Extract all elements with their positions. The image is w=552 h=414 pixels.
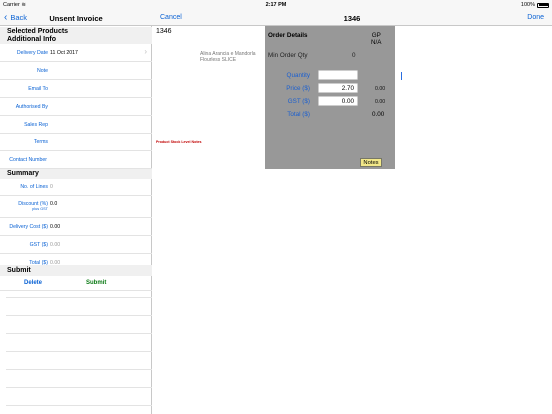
submit-header: Submit — [0, 265, 152, 276]
quantity-label: Quantity — [286, 72, 310, 79]
row-contact-number[interactable]: Contact Number — [0, 151, 152, 169]
delivery-date-label: Delivery Date — [16, 50, 48, 56]
left-navigation-bar: ‹ Back Unsent Invoice — [0, 10, 152, 26]
contact-number-label: Contact Number — [9, 157, 47, 163]
additional-info-header: Additional Info — [0, 35, 152, 44]
no-of-lines-value: 0 — [50, 184, 53, 190]
discount-value: 0.0 — [50, 201, 58, 207]
row-no-of-lines: No. of Lines 0 — [0, 178, 152, 196]
note-label: Note — [37, 68, 48, 74]
min-order-qty-label: Min Order Qty — [268, 52, 308, 59]
row-delivery-date[interactable]: Delivery Date 11 Oct 2017 › — [0, 44, 152, 62]
row-submit-actions: Delete Submit — [0, 276, 152, 291]
delivery-cost-label: Delivery Cost ($) — [9, 224, 48, 230]
row-sales-rep[interactable]: Sales Rep — [0, 116, 152, 134]
gst-input[interactable]: 0.00 — [318, 96, 358, 106]
gst-extra-value: 0.00 — [375, 99, 386, 105]
delete-button[interactable]: Delete — [24, 280, 42, 286]
divider — [6, 405, 152, 406]
row-delivery-cost[interactable]: Delivery Cost ($) 0.00 — [0, 218, 152, 236]
battery-percent: 100% — [520, 2, 535, 8]
delivery-date-value: 11 Oct 2017 — [50, 50, 78, 56]
gst-value: 0.00 — [50, 242, 61, 248]
row-note[interactable]: Note — [0, 62, 152, 80]
order-total-label: Total ($) — [287, 111, 310, 118]
row-terms[interactable]: Terms — [0, 133, 152, 151]
submit-button[interactable]: Submit — [86, 280, 106, 286]
row-discount[interactable]: Discount (%) plus GST 0.0 — [0, 196, 152, 218]
order-total-value: 0.00 — [372, 111, 385, 118]
product-description: Alina Arancia e Mandorla Flourless SLICE — [200, 51, 256, 63]
divider — [6, 297, 152, 298]
notes-button[interactable]: Notes — [360, 158, 382, 167]
row-authorised-by[interactable]: Authorised By — [0, 98, 152, 116]
right-navigation-bar: Cancel 1346 Done — [152, 10, 552, 26]
status-bar: Carrier ≋ 2:17 PM 100% — [0, 0, 552, 10]
price-label: Price ($) — [286, 85, 310, 92]
gst-input-label: GST ($) — [287, 98, 310, 105]
quantity-input[interactable] — [318, 70, 402, 80]
product-detail-pane: Cancel 1346 Done 1346 Alina Arancia e Ma… — [152, 10, 552, 414]
gp-label: GP — [371, 32, 381, 39]
divider — [6, 315, 152, 316]
right-nav-title: 1346 — [343, 14, 361, 23]
price-extra-value: 0.00 — [375, 86, 386, 92]
delivery-cost-value: 0.00 — [50, 224, 61, 230]
order-details-title: Order Details — [268, 32, 308, 39]
divider — [6, 351, 152, 352]
email-to-label: Email To — [28, 86, 48, 92]
battery-icon — [537, 2, 549, 8]
gp-value: N/A — [371, 39, 382, 46]
price-input[interactable]: 2.70 — [318, 83, 358, 93]
row-gst: GST ($) 0.00 — [0, 236, 152, 254]
product-code: 1346 — [156, 28, 172, 35]
text-cursor — [401, 72, 402, 80]
sales-rep-label: Sales Rep — [24, 122, 48, 128]
battery-indicator: 100% — [521, 2, 549, 8]
status-time: 2:17 PM — [265, 2, 287, 8]
divider — [6, 333, 152, 334]
left-nav-title: Unsent Invoice — [49, 14, 103, 23]
terms-label: Terms — [33, 139, 48, 145]
gp-display: GP N/A — [371, 32, 382, 46]
row-email-to[interactable]: Email To — [0, 80, 152, 98]
divider — [6, 387, 152, 388]
divider — [6, 369, 152, 370]
authorised-by-label: Authorised By — [15, 104, 48, 110]
no-of-lines-label: No. of Lines — [20, 184, 48, 190]
chevron-right-icon: › — [144, 47, 147, 56]
gst-label: GST ($) — [29, 242, 48, 248]
order-details-panel: Order Details GP N/A Min Order Qty 0 Qua… — [265, 26, 402, 169]
product-stock-notes-link[interactable]: Product Stock Level Notes — [156, 140, 202, 144]
invoice-master-pane: ‹ Back Unsent Invoice Selected Products … — [0, 10, 152, 414]
done-button[interactable]: Done — [527, 14, 544, 21]
discount-sub-label: plus GST — [32, 207, 48, 211]
min-order-qty-value: 0 — [352, 52, 356, 59]
